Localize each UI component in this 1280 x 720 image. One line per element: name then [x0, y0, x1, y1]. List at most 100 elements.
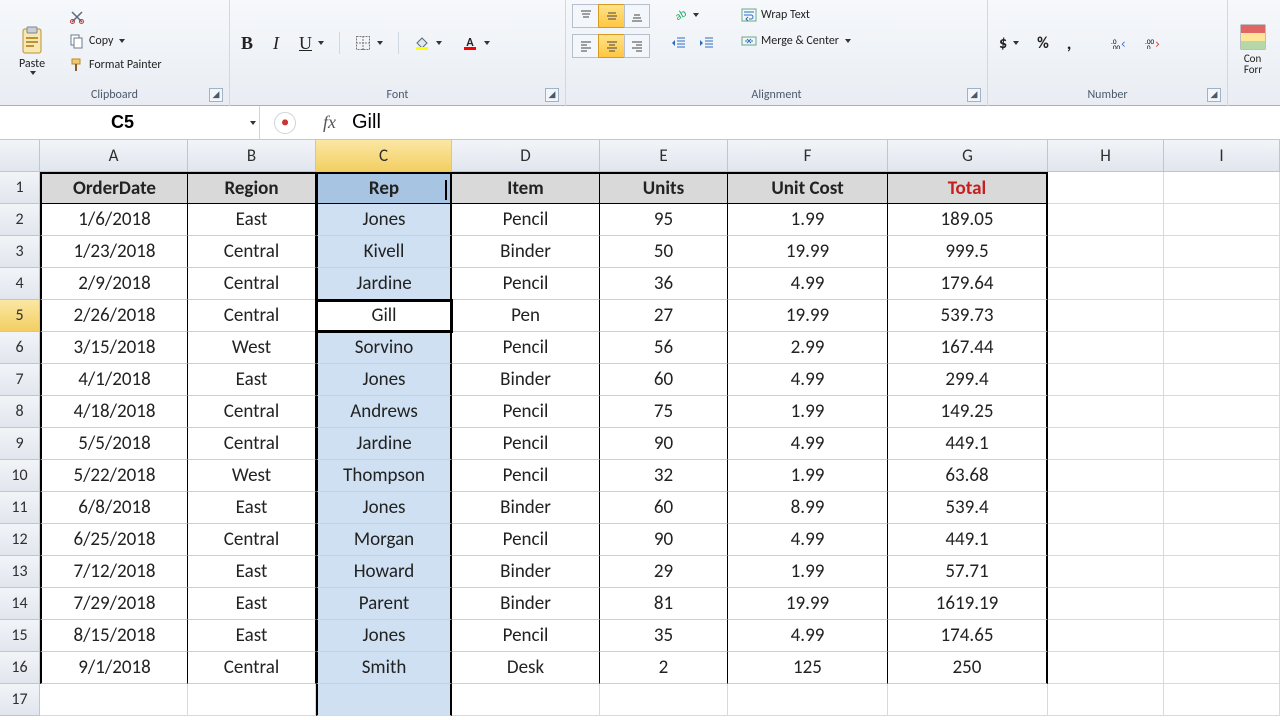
- dialog-launcher-number[interactable]: ◢: [1207, 88, 1221, 102]
- cell[interactable]: 7/29/2018: [40, 588, 188, 620]
- cell[interactable]: Pencil: [452, 428, 600, 460]
- cell[interactable]: [1164, 524, 1280, 556]
- table-header-cell[interactable]: Item: [452, 172, 600, 204]
- cell[interactable]: [1048, 172, 1164, 204]
- cell[interactable]: [888, 684, 1048, 716]
- align-center-button[interactable]: [598, 34, 624, 58]
- cell[interactable]: [1048, 268, 1164, 300]
- cell[interactable]: 1/23/2018: [40, 236, 188, 268]
- cell[interactable]: 4.99: [728, 428, 888, 460]
- dialog-launcher-clipboard[interactable]: ◢: [209, 88, 223, 102]
- cell[interactable]: 4/18/2018: [40, 396, 188, 428]
- cell[interactable]: [1048, 364, 1164, 396]
- align-right-button[interactable]: [624, 34, 650, 58]
- cell[interactable]: Jones: [316, 492, 452, 524]
- cell[interactable]: Pencil: [452, 460, 600, 492]
- cell[interactable]: [1164, 332, 1280, 364]
- row-header-9[interactable]: 9: [0, 428, 40, 460]
- cell[interactable]: Pencil: [452, 396, 600, 428]
- cell[interactable]: Jones: [316, 204, 452, 236]
- cell[interactable]: Jones: [316, 364, 452, 396]
- column-header-I[interactable]: I: [1164, 140, 1280, 172]
- cell[interactable]: Parent: [316, 588, 452, 620]
- cell[interactable]: 29: [600, 556, 728, 588]
- cell[interactable]: 4.99: [728, 268, 888, 300]
- cell[interactable]: 5/5/2018: [40, 428, 188, 460]
- cell[interactable]: Jardine: [316, 428, 452, 460]
- cell[interactable]: Pencil: [452, 620, 600, 652]
- cell[interactable]: [1048, 396, 1164, 428]
- fill-color-button[interactable]: [409, 32, 447, 54]
- cell[interactable]: [1048, 492, 1164, 524]
- column-header-B[interactable]: B: [188, 140, 316, 172]
- cell[interactable]: Howard: [316, 556, 452, 588]
- cell[interactable]: [316, 684, 452, 716]
- borders-button[interactable]: [350, 32, 388, 54]
- orientation-button[interactable]: ab: [666, 4, 720, 26]
- column-header-H[interactable]: H: [1048, 140, 1164, 172]
- row-header-11[interactable]: 11: [0, 492, 40, 524]
- cell[interactable]: [1048, 236, 1164, 268]
- cell[interactable]: 19.99: [728, 588, 888, 620]
- increase-indent-button[interactable]: [694, 32, 720, 54]
- cell[interactable]: 63.68: [888, 460, 1048, 492]
- cell[interactable]: [1048, 620, 1164, 652]
- worksheet-grid[interactable]: ABCDEFGHI1OrderDateRegionRepItemUnitsUni…: [0, 140, 1280, 716]
- bold-button[interactable]: B: [236, 32, 258, 54]
- row-header-8[interactable]: 8: [0, 396, 40, 428]
- cell[interactable]: 60: [600, 364, 728, 396]
- format-painter-button[interactable]: Format Painter: [64, 54, 167, 76]
- cell[interactable]: [1164, 236, 1280, 268]
- cell[interactable]: [1164, 172, 1280, 204]
- cell[interactable]: 1/6/2018: [40, 204, 188, 236]
- cell[interactable]: 6/8/2018: [40, 492, 188, 524]
- cell[interactable]: 27: [600, 300, 728, 332]
- cell[interactable]: [1164, 428, 1280, 460]
- cell[interactable]: 6/25/2018: [40, 524, 188, 556]
- cancel-edit-button[interactable]: ●: [274, 112, 296, 134]
- name-box[interactable]: [0, 106, 245, 139]
- cell[interactable]: 90: [600, 524, 728, 556]
- cell[interactable]: [1164, 684, 1280, 716]
- cell[interactable]: [1048, 684, 1164, 716]
- cell[interactable]: [1048, 332, 1164, 364]
- cell[interactable]: Jones: [316, 620, 452, 652]
- cell[interactable]: 1.99: [728, 396, 888, 428]
- cell[interactable]: [1048, 428, 1164, 460]
- cell[interactable]: 4.99: [728, 524, 888, 556]
- select-all-corner[interactable]: [0, 140, 40, 172]
- align-middle-button[interactable]: [598, 4, 624, 28]
- fx-label[interactable]: fx: [306, 112, 346, 133]
- cell[interactable]: 4.99: [728, 620, 888, 652]
- cell[interactable]: Binder: [452, 556, 600, 588]
- row-header-4[interactable]: 4: [0, 268, 40, 300]
- row-header-14[interactable]: 14: [0, 588, 40, 620]
- cell[interactable]: Thompson: [316, 460, 452, 492]
- cell[interactable]: Pencil: [452, 524, 600, 556]
- cell[interactable]: West: [188, 332, 316, 364]
- cut-button[interactable]: [64, 6, 167, 28]
- row-header-13[interactable]: 13: [0, 556, 40, 588]
- cell[interactable]: [1048, 652, 1164, 684]
- row-header-5[interactable]: 5: [0, 300, 40, 332]
- cell[interactable]: 174.65: [888, 620, 1048, 652]
- cell[interactable]: [188, 684, 316, 716]
- cell[interactable]: 8.99: [728, 492, 888, 524]
- cell[interactable]: Central: [188, 396, 316, 428]
- cell[interactable]: 539.73: [888, 300, 1048, 332]
- cell[interactable]: 81: [600, 588, 728, 620]
- table-header-cell[interactable]: OrderDate: [40, 172, 188, 204]
- cell[interactable]: 2/26/2018: [40, 300, 188, 332]
- cell[interactable]: [1164, 652, 1280, 684]
- cell[interactable]: 90: [600, 428, 728, 460]
- paste-button[interactable]: Paste: [6, 4, 58, 78]
- cell[interactable]: West: [188, 460, 316, 492]
- cell[interactable]: 167.44: [888, 332, 1048, 364]
- row-header-3[interactable]: 3: [0, 236, 40, 268]
- cell[interactable]: East: [188, 364, 316, 396]
- cell[interactable]: Smith: [316, 652, 452, 684]
- cell[interactable]: East: [188, 620, 316, 652]
- row-header-1[interactable]: 1: [0, 172, 40, 204]
- cell[interactable]: [1164, 556, 1280, 588]
- cell[interactable]: 4/1/2018: [40, 364, 188, 396]
